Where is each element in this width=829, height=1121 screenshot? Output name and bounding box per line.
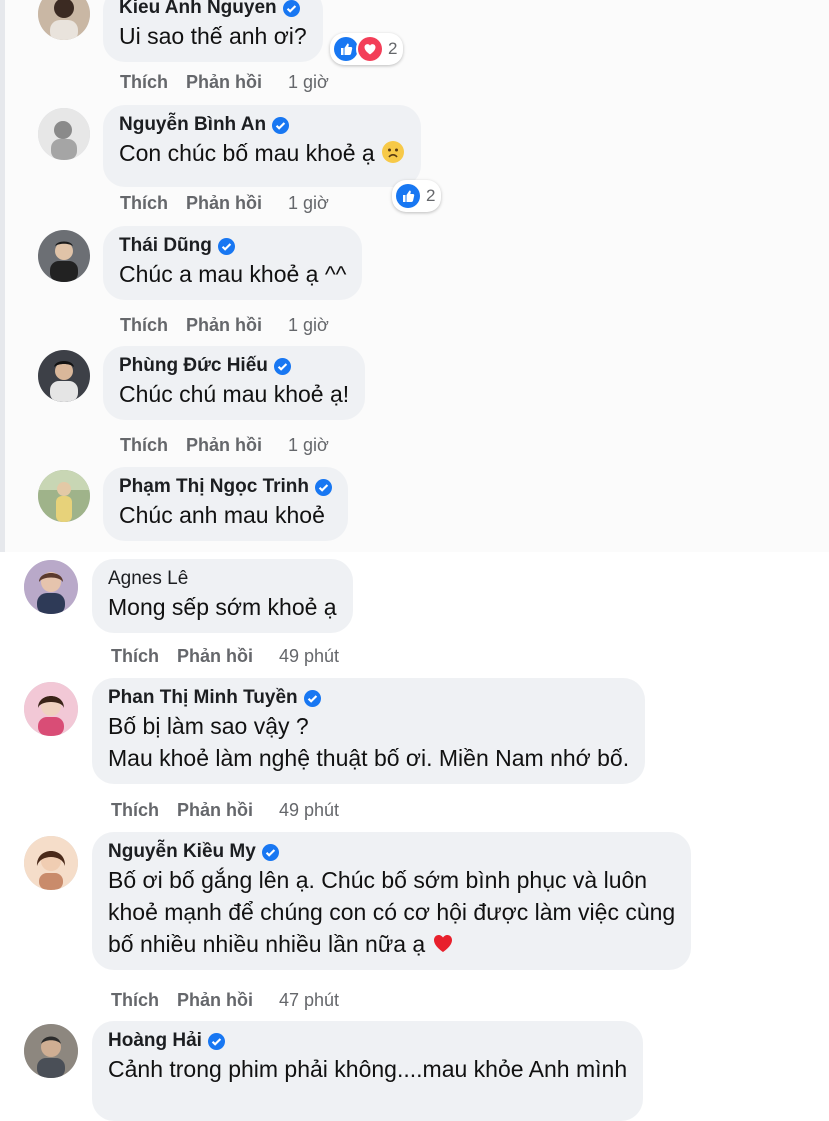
reaction-count: 2 — [426, 186, 436, 205]
comment-text-line: bố nhiều nhiều nhiều lần nữa ạ — [108, 931, 426, 957]
comment-text: Cảnh trong phim phải không....mau khỏe A… — [108, 1056, 628, 1082]
commenter-name[interactable]: Phạm Thị Ngọc Trinh — [119, 475, 309, 499]
comment-actions: Thích Phản hồi 1 giờ — [120, 193, 329, 214]
comment-bubble: Phạm Thị Ngọc Trinh Chúc anh mau khoẻ — [103, 467, 349, 541]
verified-badge-icon — [217, 237, 235, 255]
comment-bubble: Kieu Anh Nguyen Ui sao thế anh ơi? — [103, 0, 323, 62]
comment-bubble: Nguyễn Bình An Con chúc bố mau khoẻ ạ — [103, 105, 421, 187]
verified-badge-icon — [273, 357, 291, 375]
reaction-summary[interactable]: 2 — [330, 33, 404, 65]
comment-actions: Thích Phản hồi 1 giờ — [120, 435, 329, 456]
comment-time[interactable]: 49 phút — [279, 646, 339, 667]
avatar[interactable] — [38, 230, 90, 282]
comment-actions: Thích Phản hồi 1 giờ — [120, 72, 329, 93]
comment-time[interactable]: 1 giờ — [288, 435, 329, 456]
comment-actions: Thích Phản hồi 1 giờ — [120, 315, 329, 336]
avatar[interactable] — [38, 108, 90, 160]
comment-bubble: Phùng Đức Hiếu Chúc chú mau khoẻ ạ! — [103, 346, 366, 420]
comment-actions: Thích Phản hồi 49 phút — [111, 800, 339, 821]
comment-text: Chúc a mau khoẻ ạ ^^ — [119, 261, 347, 287]
verified-badge-icon — [272, 116, 290, 134]
like-icon — [394, 182, 422, 210]
comment-bubble: Agnes Lê Mong sếp sớm khoẻ ạ — [92, 559, 353, 633]
reaction-count: 2 — [388, 39, 398, 58]
red-heart-emoji — [431, 931, 455, 955]
avatar[interactable] — [24, 1024, 78, 1078]
comment-actions: Thích Phản hồi 47 phút — [111, 990, 339, 1011]
reply-button[interactable]: Phản hồi — [177, 646, 253, 667]
commenter-name[interactable]: Thái Dũng — [119, 234, 212, 258]
like-button[interactable]: Thích — [111, 990, 159, 1011]
avatar[interactable] — [24, 560, 78, 614]
comment-time[interactable]: 1 giờ — [288, 72, 329, 93]
sad-face-emoji — [381, 140, 405, 164]
commenter-name[interactable]: Phan Thị Minh Tuyền — [108, 686, 298, 710]
verified-badge-icon — [303, 689, 321, 707]
like-button[interactable]: Thích — [120, 193, 168, 214]
like-button[interactable]: Thích — [120, 315, 168, 336]
reply-button[interactable]: Phản hồi — [186, 193, 262, 214]
reaction-summary[interactable]: 2 — [392, 180, 442, 212]
comment-time[interactable]: 49 phút — [279, 800, 339, 821]
comment-bubble: Nguyễn Kiều My Bố ơi bố gắng lên ạ. Chúc… — [92, 832, 692, 970]
avatar[interactable] — [38, 350, 90, 402]
avatar[interactable] — [24, 682, 78, 736]
left-edge-divider — [0, 0, 5, 552]
commenter-name[interactable]: Hoàng Hải — [108, 1029, 202, 1053]
comment-time[interactable]: 47 phút — [279, 990, 339, 1011]
comment-time[interactable]: 1 giờ — [288, 193, 329, 214]
comment-bubble: Phan Thị Minh Tuyền Bố bị làm sao vậy ? M… — [92, 678, 646, 784]
reply-button[interactable]: Phản hồi — [177, 800, 253, 821]
like-button[interactable]: Thích — [120, 435, 168, 456]
reply-button[interactable]: Phản hồi — [186, 435, 262, 456]
like-button[interactable]: Thích — [111, 646, 159, 667]
avatar[interactable] — [24, 836, 78, 890]
comment-text: Ui sao thế anh ơi? — [119, 23, 307, 49]
commenter-name[interactable]: Kieu Anh Nguyen — [119, 0, 277, 20]
comment-text: Chúc anh mau khoẻ — [119, 502, 325, 528]
comment-bubble: Hoàng Hải Cảnh trong phim phải không....… — [92, 1021, 644, 1121]
commenter-name[interactable]: Agnes Lê — [108, 567, 188, 591]
love-icon — [356, 35, 384, 63]
like-button[interactable]: Thích — [120, 72, 168, 93]
verified-badge-icon — [315, 478, 333, 496]
reply-button[interactable]: Phản hồi — [177, 990, 253, 1011]
verified-badge-icon — [282, 0, 300, 17]
avatar[interactable] — [38, 470, 90, 522]
commenter-name[interactable]: Nguyễn Bình An — [119, 113, 266, 137]
comment-text-line: Bố bị làm sao vậy ? — [108, 713, 309, 739]
like-button[interactable]: Thích — [111, 800, 159, 821]
reply-button[interactable]: Phản hồi — [186, 72, 262, 93]
verified-badge-icon — [207, 1032, 225, 1050]
comment-time[interactable]: 1 giờ — [288, 315, 329, 336]
comment-bubble: Thái Dũng Chúc a mau khoẻ ạ ^^ — [103, 226, 363, 300]
commenter-name[interactable]: Nguyễn Kiều My — [108, 840, 256, 864]
comment-text-line: khoẻ mạnh để chúng con có cơ hội được là… — [108, 899, 676, 925]
comment-text: Mong sếp sớm khoẻ ạ — [108, 594, 337, 620]
reply-button[interactable]: Phản hồi — [186, 315, 262, 336]
comment-text-line: Bố ơi bố gắng lên ạ. Chúc bố sớm bình ph… — [108, 867, 648, 893]
verified-badge-icon — [261, 843, 279, 861]
comment-text: Con chúc bố mau khoẻ ạ — [119, 140, 375, 166]
commenter-name[interactable]: Phùng Đức Hiếu — [119, 354, 268, 378]
comment-text: Chúc chú mau khoẻ ạ! — [119, 381, 350, 407]
comment-actions: Thích Phản hồi 49 phút — [111, 646, 339, 667]
comment-text-line: Mau khoẻ làm nghệ thuật bố ơi. Miền Nam … — [108, 745, 630, 771]
